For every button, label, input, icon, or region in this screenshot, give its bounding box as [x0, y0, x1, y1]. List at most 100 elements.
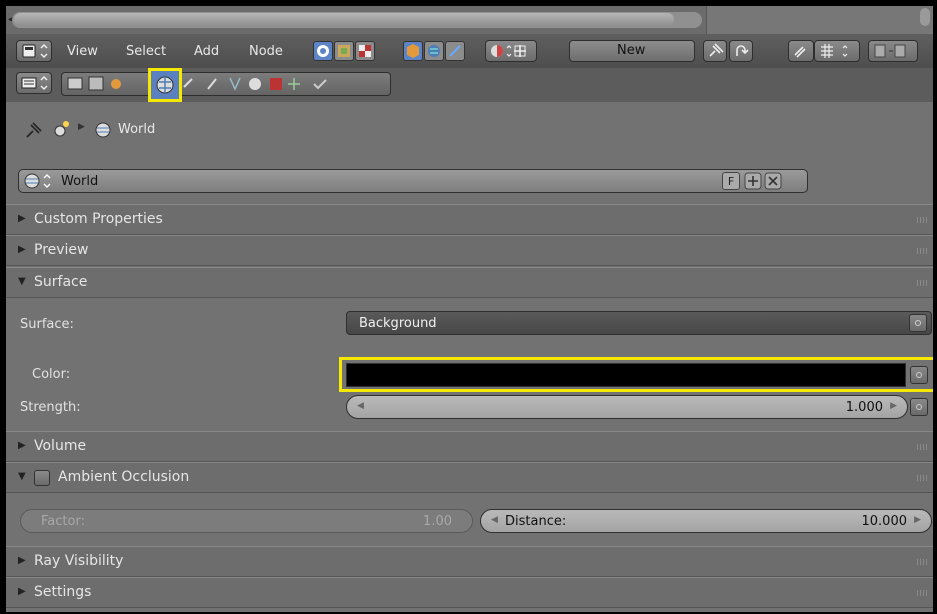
panel-title: Custom Properties [34, 211, 163, 227]
ao-factor-label: Factor: [41, 514, 85, 529]
breadcrumb-separator-icon: ▶ [78, 122, 85, 132]
snap-magnet-icon [794, 46, 806, 58]
go-to-parent-icon [736, 45, 749, 56]
ao-factor-value: 1.00 [423, 514, 452, 529]
color-node-socket-icon[interactable] [910, 366, 928, 384]
parent-node-tree-button[interactable] [729, 40, 753, 62]
add-world-icon[interactable] [744, 172, 762, 190]
pin-icon[interactable] [24, 120, 44, 140]
strength-value: 1.000 [845, 400, 883, 415]
scene-icon [54, 121, 69, 137]
world-browse-icon[interactable] [23, 172, 59, 190]
new-material-button[interactable]: New [569, 40, 695, 62]
ao-distance-field[interactable]: ◀ Distance: 10.000 ▶ [480, 509, 932, 533]
line-style-icon[interactable] [445, 41, 465, 61]
panel-volume[interactable]: ▶ Volume [6, 431, 933, 462]
right-pane-scroll-thumb[interactable] [920, 8, 930, 26]
world-name-field[interactable]: World [61, 174, 98, 189]
editor-type-button[interactable] [16, 40, 52, 62]
breadcrumb: ▶ World [6, 102, 933, 152]
properties-editor-icon [21, 75, 48, 91]
compositing-nodes-icon[interactable] [334, 41, 354, 61]
ao-distance-label: Distance: [505, 514, 567, 529]
world-tab[interactable] [148, 68, 182, 102]
panel-title: Surface [34, 274, 88, 290]
panel-title: Preview [34, 242, 89, 258]
panel-surface[interactable]: ▼ Surface [6, 267, 933, 298]
surface-shader-select[interactable]: Background [346, 311, 932, 335]
material-sphere-icon [491, 45, 526, 57]
properties-editor-type-button[interactable] [16, 72, 52, 94]
context-tabs [61, 72, 391, 96]
ao-factor-field[interactable]: Factor: 1.00 [20, 509, 473, 533]
menu-view[interactable]: View [67, 44, 98, 59]
collapsed-arrow-icon: ▶ [18, 555, 26, 566]
color-label: Color: [32, 367, 71, 382]
panel-preview[interactable]: ▶ Preview [6, 235, 933, 266]
context-tab-icons [67, 76, 327, 91]
decrement-arrow-icon[interactable]: ◀ [491, 515, 498, 525]
material-browse-button[interactable] [485, 40, 537, 62]
collapsed-arrow-icon: ▶ [18, 586, 26, 597]
right-pane-area [706, 6, 933, 34]
texture-nodes-icon[interactable] [355, 41, 375, 61]
scrollbar-thumb[interactable] [14, 13, 674, 26]
increment-arrow-icon[interactable]: ▶ [890, 401, 897, 411]
panel-drag-grip-icon[interactable] [917, 444, 927, 450]
pin-icon [709, 43, 724, 57]
panel-drag-grip-icon[interactable] [917, 590, 927, 596]
panel-ray-visibility[interactable]: ▶ Ray Visibility [6, 546, 933, 577]
decrement-arrow-icon[interactable]: ◀ [357, 401, 364, 411]
surface-shader-value: Background [359, 316, 437, 331]
collapsed-arrow-icon: ▶ [18, 244, 26, 255]
menu-node[interactable]: Node [249, 44, 283, 59]
snap-element-button[interactable] [814, 40, 860, 62]
menu-add[interactable]: Add [194, 44, 219, 59]
expanded-arrow-icon: ▼ [18, 471, 26, 482]
panel-title: Volume [34, 438, 87, 454]
expanded-arrow-icon: ▼ [18, 276, 26, 287]
collapsed-arrow-icon: ▶ [18, 213, 26, 224]
top-scroll-strip: ◀ [6, 6, 933, 35]
ao-distance-value: 10.000 [861, 514, 908, 529]
copy-paste-button[interactable] [868, 40, 918, 62]
surface-label: Surface: [20, 317, 74, 332]
increment-arrow-icon[interactable]: ▶ [914, 515, 921, 525]
strength-slider[interactable]: ◀ 1.000 ▶ [346, 395, 908, 419]
menu-select[interactable]: Select [126, 44, 166, 59]
copy-paste-icon [874, 44, 906, 58]
properties-header [6, 68, 933, 103]
editor-type-icon [22, 43, 48, 59]
panel-settings[interactable]: ▶ Settings [6, 577, 933, 608]
panel-ambient-occlusion[interactable]: ▼ Ambient Occlusion [6, 462, 933, 493]
blender-properties-window: ◀ View Select Add Node New [6, 6, 933, 612]
panel-title: Ray Visibility [34, 553, 124, 569]
panel-title: Settings [34, 584, 92, 600]
breadcrumb-world-label: World [118, 122, 156, 137]
collapsed-arrow-icon: ▶ [18, 440, 26, 451]
pin-button[interactable] [703, 40, 727, 62]
panel-drag-grip-icon[interactable] [917, 248, 927, 254]
strength-node-socket-icon[interactable] [910, 398, 928, 416]
shader-nodes-icon[interactable] [313, 41, 333, 61]
world-datablock-selector[interactable]: World F [18, 169, 808, 193]
object-shader-icon[interactable] [403, 41, 423, 61]
panel-drag-grip-icon[interactable] [917, 217, 927, 223]
panel-drag-grip-icon[interactable] [917, 475, 927, 481]
node-editor-header: View Select Add Node New [6, 34, 933, 69]
panel-drag-grip-icon[interactable] [917, 280, 927, 286]
ambient-occlusion-checkbox[interactable] [34, 470, 50, 486]
panel-drag-grip-icon[interactable] [917, 559, 927, 565]
color-swatch[interactable] [346, 363, 906, 387]
panel-title: Ambient Occlusion [58, 469, 190, 485]
panel-custom-properties[interactable]: ▶ Custom Properties [6, 204, 933, 235]
unlink-world-icon[interactable] [764, 172, 782, 190]
snap-grid-icon [821, 44, 848, 58]
fake-user-button[interactable]: F [722, 172, 740, 190]
snap-toggle-button[interactable] [788, 40, 814, 62]
world-globe-icon [156, 76, 174, 94]
world-shader-icon[interactable] [424, 41, 444, 61]
strength-label: Strength: [20, 400, 81, 415]
node-socket-icon[interactable] [909, 314, 927, 332]
world-icon [95, 122, 111, 138]
